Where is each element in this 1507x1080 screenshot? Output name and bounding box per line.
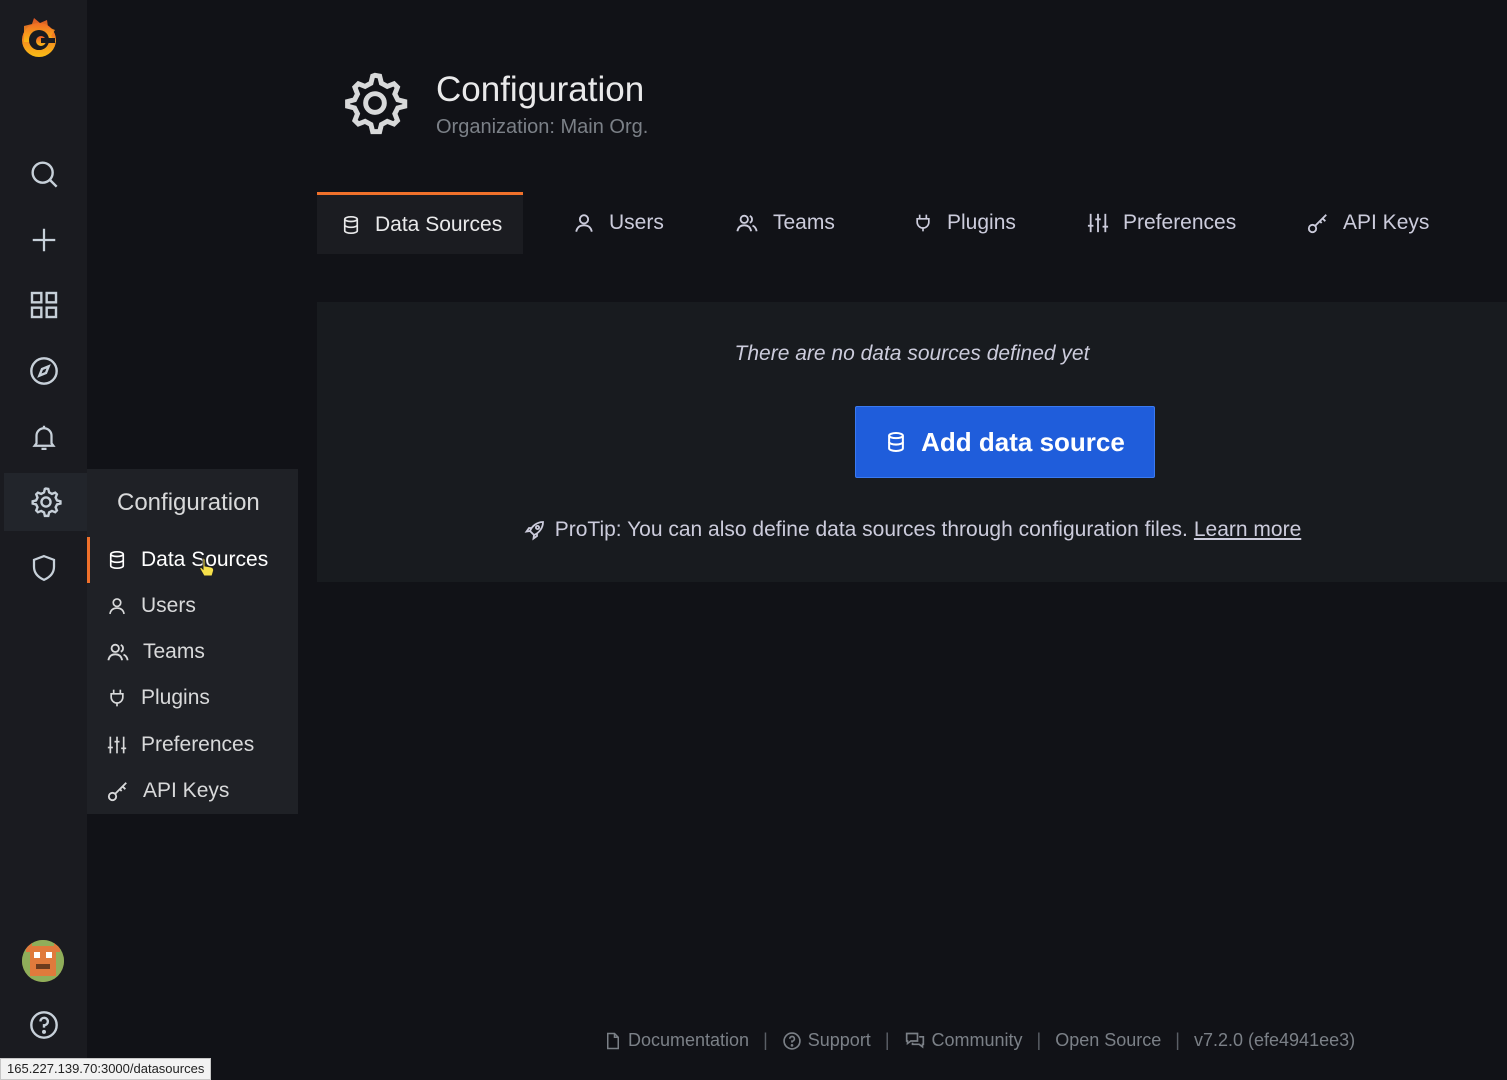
database-icon [888, 432, 905, 452]
learn-more-link[interactable]: Learn more [1194, 518, 1301, 542]
flyout-item-plugins[interactable]: Plugins [87, 675, 298, 721]
footer-separator: | [1036, 1030, 1042, 1050]
flyout-item-preferences[interactable]: Preferences [87, 722, 298, 768]
footer-documentation-link[interactable]: Documentation [604, 1030, 749, 1051]
gear-icon[interactable] [4, 473, 87, 531]
tab-api-keys[interactable]: API Keys [1257, 192, 1437, 254]
alert-bell-icon[interactable] [0, 408, 87, 466]
footer-community-label: Community [931, 1030, 1023, 1050]
explore-icon[interactable] [0, 342, 87, 400]
footer-version-label: v7.2.0 (efe4941ee3) [1193, 1030, 1356, 1050]
footer-open-source-link[interactable]: Open Source [1055, 1030, 1161, 1051]
user-icon [575, 214, 593, 232]
tab-preferences[interactable]: Preferences [1035, 192, 1257, 254]
footer-version: v7.2.0 (efe4941ee3) [1194, 1030, 1355, 1051]
footer-separator: | [1175, 1030, 1180, 1050]
footer-support-label: Support [807, 1030, 871, 1050]
protip-text: ProTip: You can also define data sources… [554, 518, 1188, 541]
flyout-title[interactable]: Configuration [117, 489, 260, 517]
config-tabs: Data Sources Users Teams Plugins Prefere… [317, 192, 1437, 254]
sliders-icon [107, 736, 127, 754]
sidebar [0, 0, 87, 1080]
key-icon [107, 782, 127, 802]
help-circle-icon [783, 1031, 801, 1050]
page-title: Configuration [436, 70, 645, 109]
key-icon [1307, 214, 1327, 234]
tab-teams[interactable]: Teams [683, 192, 857, 254]
flyout-item-teams[interactable]: Teams [87, 629, 298, 675]
comments-icon [905, 1032, 924, 1048]
add-data-source-button[interactable]: Add data source [855, 406, 1155, 478]
browser-status-bar-url: 165.227.139.70:3000/datasources [0, 1058, 212, 1080]
flyout-item-label: Teams [143, 640, 205, 663]
pointer-cursor-icon [198, 556, 216, 578]
users-icon [736, 214, 758, 232]
flyout-item-data-sources[interactable]: Data Sources [87, 537, 298, 583]
tab-plugins[interactable]: Plugins [857, 192, 1035, 254]
user-icon [109, 598, 125, 615]
tab-data-sources[interactable]: Data Sources [317, 192, 523, 254]
flyout-item-label: Users [141, 594, 196, 617]
configuration-gear-icon [340, 68, 410, 138]
footer-separator: | [763, 1030, 768, 1050]
sliders-icon [1087, 213, 1109, 233]
tab-label: Data Sources [375, 212, 503, 236]
footer-documentation-label: Documentation [628, 1030, 750, 1050]
footer-community-link[interactable]: Community [904, 1030, 1023, 1051]
tab-label: Preferences [1123, 211, 1237, 234]
tab-users[interactable]: Users [523, 192, 683, 254]
plus-icon[interactable] [0, 211, 87, 269]
footer: Documentation | Support | Community | Op… [0, 1030, 1507, 1051]
tab-label: Plugins [947, 211, 1016, 234]
page-subtitle: Organization: Main Org. [436, 116, 649, 138]
rocket-icon [524, 521, 544, 541]
plug-icon [916, 214, 930, 232]
footer-support-link[interactable]: Support [782, 1030, 871, 1051]
tab-label: Users [609, 211, 664, 234]
footer-separator: | [884, 1030, 890, 1050]
flyout-item-label: API Keys [143, 779, 230, 802]
users-icon [107, 643, 129, 661]
tab-label: Teams [773, 211, 835, 234]
dashboards-icon[interactable] [0, 276, 87, 334]
document-icon [607, 1032, 619, 1049]
protip: ProTip: You can also define data sources… [317, 518, 1507, 542]
add-data-source-label: Add data source [921, 426, 1125, 457]
empty-state-message: There are no data sources defined yet [734, 342, 1090, 365]
footer-open-source-label: Open Source [1055, 1030, 1162, 1050]
tab-label: API Keys [1343, 211, 1430, 234]
database-icon [109, 551, 125, 570]
shield-icon[interactable] [0, 539, 87, 597]
configuration-flyout-menu: Configuration Data Sources Users Teams P… [87, 469, 298, 814]
flyout-item-label: Plugins [141, 686, 210, 709]
search-icon[interactable] [0, 145, 87, 203]
grafana-logo[interactable] [14, 14, 64, 64]
avatar[interactable] [22, 940, 64, 982]
empty-state-panel: There are no data sources defined yet Ad… [317, 302, 1507, 582]
flyout-item-label: Preferences [141, 733, 255, 756]
database-icon [343, 215, 359, 234]
plug-icon [110, 689, 124, 707]
flyout-item-users[interactable]: Users [87, 583, 298, 629]
flyout-item-api-keys[interactable]: API Keys [87, 768, 298, 814]
